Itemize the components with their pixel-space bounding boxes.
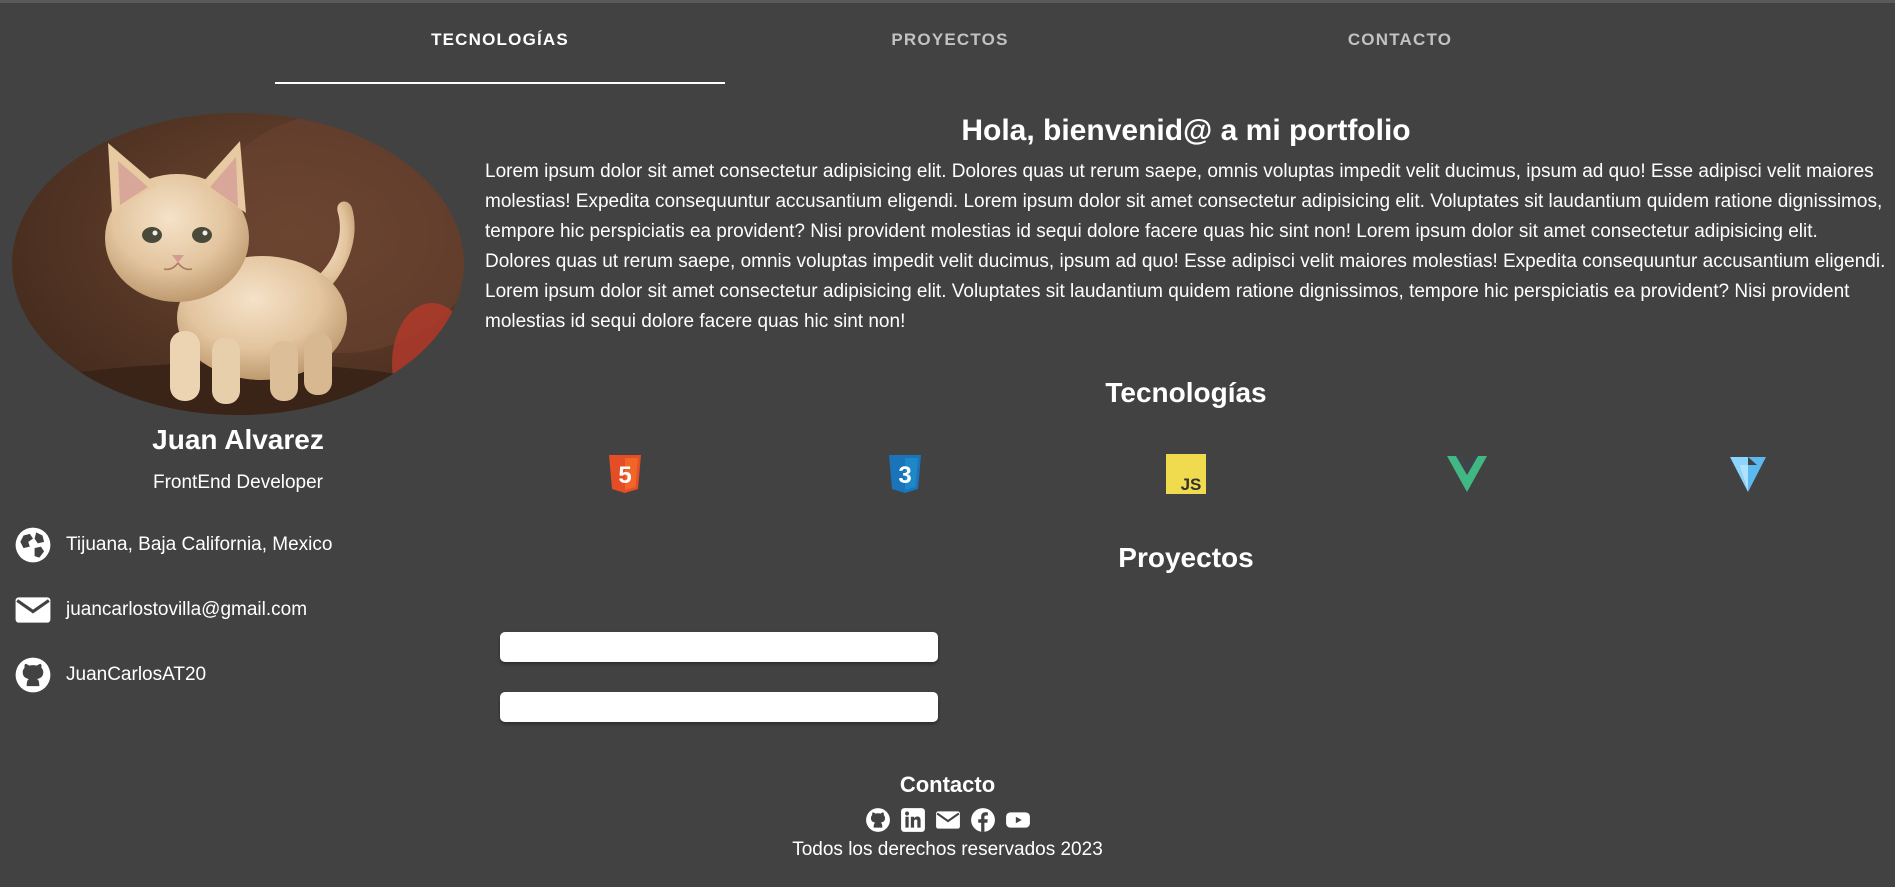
profile-name: Juan Alvarez [152,424,324,455]
mail-icon [14,591,52,629]
html5-icon: 5 [603,452,647,496]
github-username[interactable]: JuanCarlosAT20 [66,664,206,686]
kitten-photo [12,113,464,415]
greeting-title: Hola, bienvenid@ a mi portfolio [961,114,1411,147]
profile-role: FrontEnd Developer [152,472,324,493]
tab-tecnologias[interactable]: TECNOLOGÍAS [275,0,725,84]
projects-title: Proyectos [1118,542,1254,573]
vuetify-icon [1726,452,1770,496]
tab-label: CONTACTO [1347,29,1453,49]
youtube-icon[interactable] [1004,806,1032,834]
globe-icon [14,526,52,564]
tab-label: TECNOLOGÍAS [431,29,569,49]
bio-paragraph: Lorem ipsum dolor sit amet consectetur a… [485,161,1886,332]
svg-text:5: 5 [618,462,631,489]
svg-text:JS: JS [1181,475,1202,494]
project-card[interactable] [500,632,938,662]
tab-contacto[interactable]: CONTACTO [1175,0,1625,84]
copyright-text: Todos los derechos reservados 2023 [792,839,1103,860]
location-text: Tijuana, Baja California, Mexico [66,534,333,555]
github-row: JuanCarlosAT20 [14,655,206,695]
tab-label: PROYECTOS [891,29,1009,49]
mail-icon[interactable] [934,806,962,834]
linkedin-icon[interactable] [899,806,927,834]
location-row: Tijuana, Baja California, Mexico [14,525,332,565]
email-text[interactable]: juancarlostovilla@gmail.com [66,599,307,621]
project-card[interactable] [500,692,938,722]
nav-tabs: TECNOLOGÍAS PROYECTOS CONTACTO [275,0,1625,84]
javascript-icon: JS [1164,452,1208,496]
github-icon [14,656,52,694]
svg-text:3: 3 [898,462,911,489]
tab-proyectos[interactable]: PROYECTOS [725,0,1175,84]
css3-icon: 3 [883,452,927,496]
facebook-icon[interactable] [969,806,997,834]
technologies-row: 5 3 JS [485,452,1887,502]
email-row: juancarlostovilla@gmail.com [14,590,307,630]
github-icon[interactable] [864,806,892,834]
technologies-title: Tecnologías [1105,377,1267,408]
vue-icon [1445,452,1489,496]
footer-social-icons [0,806,1895,834]
avatar [12,113,464,415]
footer-title: Contacto [899,772,996,797]
